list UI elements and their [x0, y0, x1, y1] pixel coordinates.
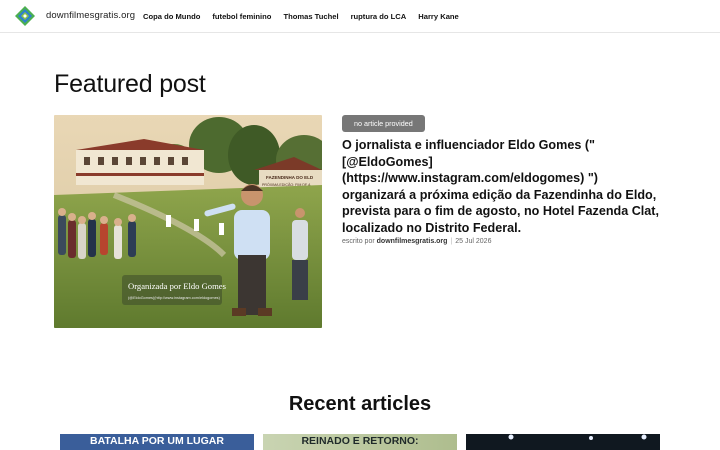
- stadium-lights-icon: [508, 434, 647, 440]
- nav-item-copa-do-mundo[interactable]: Copa do Mundo: [143, 12, 200, 21]
- byline-separator: |: [450, 238, 453, 245]
- svg-text:FAZENDINHA DO ELD: FAZENDINHA DO ELD: [266, 175, 314, 180]
- recent-article-card[interactable]: [466, 434, 660, 450]
- site-header: downfilmesgratis.org Copa do Mundo futeb…: [0, 0, 720, 33]
- post-byline: escrito por downfilmesgratis.org | 25 Jul …: [342, 238, 491, 245]
- byline-prefix: escrito por: [342, 238, 375, 245]
- nav-item-thomas-tuchel[interactable]: Thomas Tuchel: [283, 12, 338, 21]
- nav-item-harry-kane[interactable]: Harry Kane: [418, 12, 459, 21]
- image-subcaption: (@EldoGomes)(http://www.instagram.com/el…: [128, 296, 221, 300]
- nav-item-ruptura-do-lca[interactable]: ruptura do LCA: [351, 12, 407, 21]
- recent-articles-heading: Recent articles: [288, 393, 432, 415]
- featured-post-title[interactable]: O jornalista e influenciador Eldo Gomes …: [342, 137, 662, 236]
- byline-date: 25 Jul 2026: [455, 238, 492, 245]
- image-caption: Organizada por Eldo Gomes: [128, 281, 227, 291]
- site-name-link[interactable]: downfilmesgratis.org: [46, 10, 135, 21]
- featured-heading: Featured post: [54, 70, 206, 98]
- featured-post-image[interactable]: FAZENDINHA DO ELD PRÓXIMA EDIÇÃO: FIM DE…: [54, 115, 322, 328]
- main-nav: Copa do Mundo futebol feminino Thomas Tu…: [143, 12, 471, 21]
- recent-article-thumbnail-text: REINADO E RETORNO:: [301, 435, 419, 447]
- nav-item-futebol-feminino[interactable]: futebol feminino: [212, 12, 271, 21]
- byline-author-link[interactable]: downfilmesgratis.org: [377, 238, 448, 245]
- recent-article-thumbnail-text: BATALHA POR UM LUGAR: [90, 435, 224, 447]
- recent-article-card[interactable]: REINADO E RETORNO:: [263, 434, 457, 450]
- recent-article-card[interactable]: BATALHA POR UM LUGAR: [60, 434, 254, 450]
- category-badge[interactable]: no article provided: [342, 115, 425, 132]
- diamond-logo-icon[interactable]: [15, 6, 35, 26]
